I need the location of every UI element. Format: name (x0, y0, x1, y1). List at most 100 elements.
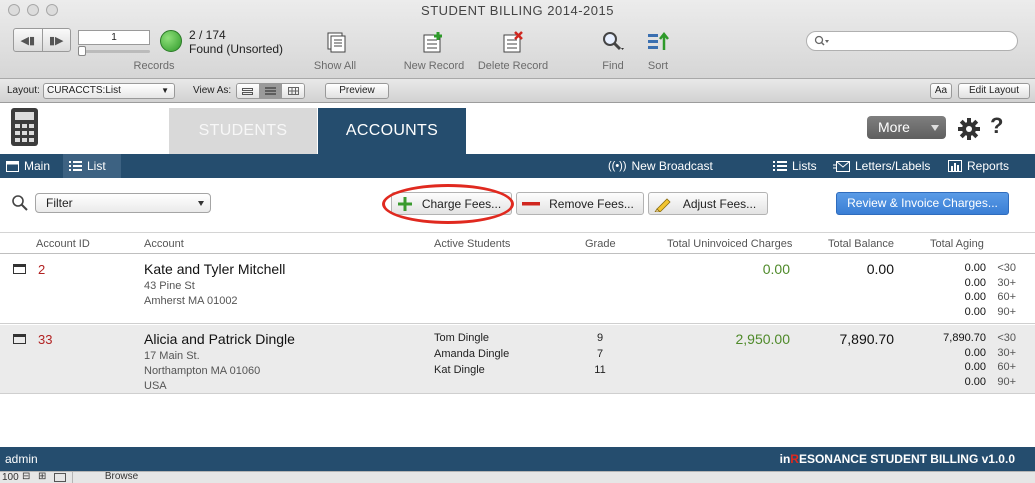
help-button[interactable]: ? (990, 113, 1003, 139)
found-status: Found (Unsorted) (189, 42, 284, 56)
delete-record-icon[interactable] (500, 30, 526, 54)
gear-icon[interactable] (958, 118, 980, 140)
zoom-out-icon[interactable]: ⊟ (22, 472, 30, 482)
student-name[interactable]: Kat Dingle (434, 362, 509, 378)
layout-bar: Layout: CURACCTS:List ▼ View As: Preview… (0, 79, 1035, 103)
address-line: Northampton MA 01060 (144, 365, 261, 377)
aging-value: 0.00 (964, 291, 986, 303)
nav-list[interactable]: List (63, 154, 121, 178)
aging-value: 0.00 (964, 375, 986, 388)
nav-main[interactable]: Main (6, 154, 50, 178)
nav-lists[interactable]: Lists (773, 154, 817, 178)
nav-main-label: Main (24, 159, 51, 173)
preview-button[interactable]: Preview (325, 83, 389, 99)
record-number-input[interactable]: 1 (78, 30, 150, 45)
account-id[interactable]: 33 (38, 332, 52, 347)
address-line: Amherst MA 01002 (144, 295, 238, 307)
form-view-icon[interactable] (237, 84, 259, 98)
show-all-icon[interactable] (323, 30, 349, 54)
aging-bucket: 60+ (997, 291, 1016, 303)
col-account[interactable]: Account (144, 238, 184, 250)
grade-value: 9 (596, 332, 604, 344)
remove-fees-button[interactable]: Remove Fees... (516, 192, 644, 215)
list-icon (69, 161, 82, 171)
current-user: admin (5, 452, 38, 466)
address-line: 43 Pine St (144, 280, 195, 292)
active-students: Tom Dingle Amanda Dingle Kat Dingle (434, 330, 509, 378)
delete-record-button[interactable]: Delete Record (472, 60, 554, 72)
toggle-status-icon[interactable] (54, 473, 66, 482)
record-slider[interactable] (78, 46, 150, 56)
status-bar: 100 ⊟ ⊞ Browse (0, 471, 1035, 483)
zoom-in-icon[interactable]: ⊞ (38, 472, 46, 482)
edit-layout-button[interactable]: Edit Layout (958, 83, 1030, 99)
nav-letters-labels[interactable]: Letters/Labels (833, 154, 930, 178)
account-address: 17 Main St. Northampton MA 01060 USA (144, 349, 260, 394)
col-uninvoiced[interactable]: Total Uninvoiced Charges (667, 238, 792, 250)
nav-reports[interactable]: Reports (948, 154, 1009, 178)
brand-prefix: in (779, 452, 791, 466)
account-name[interactable]: Kate and Tyler Mitchell (144, 261, 285, 277)
account-id[interactable]: 2 (38, 262, 45, 277)
more-button[interactable]: More (867, 116, 946, 139)
find-button[interactable]: Find (596, 60, 630, 72)
zoom-level[interactable]: 100 (2, 472, 19, 483)
record-navigator[interactable]: ◀▮ ▮▶ (13, 28, 71, 52)
account-address: 43 Pine St Amherst MA 01002 (144, 279, 238, 309)
nav-reports-label: Reports (967, 159, 1010, 173)
aging-bucket: 30+ (997, 276, 1016, 289)
col-aging[interactable]: Total Aging (930, 238, 984, 250)
aging-value: 0.00 (964, 262, 986, 274)
list-view-icon[interactable] (258, 84, 282, 98)
view-as-label: View As: (193, 85, 232, 96)
quick-find-input[interactable] (806, 31, 1018, 51)
new-record-button[interactable]: New Record (399, 60, 469, 72)
tab-students[interactable]: STUDENTS (169, 108, 317, 154)
col-account-id[interactable]: Account ID (36, 238, 90, 250)
student-name[interactable]: Amanda Dingle (434, 346, 509, 362)
nav-bar: Main List ((•)) New Broadcast Lists Lett… (0, 154, 1035, 178)
previous-record-icon[interactable]: ◀▮ (14, 29, 42, 51)
search-icon (814, 35, 829, 46)
text-format-button[interactable]: Aa (930, 83, 952, 99)
find-icon[interactable] (600, 30, 626, 54)
layout-select[interactable]: CURACCTS:List ▼ (43, 83, 175, 99)
tab-accounts[interactable]: ACCOUNTS (318, 108, 466, 154)
col-grade[interactable]: Grade (585, 238, 616, 250)
next-record-icon[interactable]: ▮▶ (41, 29, 71, 51)
adjust-fees-button[interactable]: Adjust Fees... (648, 192, 768, 215)
found-count: 2 / 174 (189, 28, 226, 42)
aging-bucket: 60+ (997, 361, 1016, 373)
bar-chart-icon (948, 160, 962, 172)
table-row[interactable]: 2 Kate and Tyler Mitchell 43 Pine St Amh… (0, 255, 1035, 324)
record-icon[interactable] (13, 264, 26, 274)
uninvoiced-charges: 2,950.00 (735, 331, 791, 347)
filter-select[interactable]: Filter (35, 193, 211, 213)
review-invoice-button[interactable]: Review & Invoice Charges... (836, 192, 1009, 215)
slider-thumb[interactable] (78, 46, 86, 56)
sort-button[interactable]: Sort (640, 60, 676, 72)
total-balance: 7,890.70 (839, 331, 895, 347)
layout-label: Layout: (7, 85, 40, 96)
aging-bucket: 90+ (997, 375, 1016, 388)
aging-value: 0.00 (964, 305, 986, 318)
calculator-icon (11, 108, 38, 146)
student-name[interactable]: Tom Dingle (434, 330, 509, 346)
aging-bucket: 30+ (997, 346, 1016, 359)
show-all-button[interactable]: Show All (306, 60, 364, 72)
nav-list-label: List (87, 159, 106, 173)
aging-value: 0.00 (964, 361, 986, 373)
table-view-icon[interactable] (281, 84, 304, 98)
table-row[interactable]: 33 Alicia and Patrick Dingle 17 Main St.… (0, 325, 1035, 394)
nav-new-broadcast[interactable]: ((•)) New Broadcast (608, 154, 713, 178)
view-as-toggle[interactable] (236, 83, 305, 99)
account-name[interactable]: Alicia and Patrick Dingle (144, 331, 295, 347)
sort-icon[interactable] (646, 30, 672, 54)
col-balance[interactable]: Total Balance (828, 238, 894, 250)
new-record-icon[interactable] (420, 30, 446, 54)
remove-fees-label: Remove Fees... (549, 196, 634, 211)
col-active-students[interactable]: Active Students (434, 238, 510, 250)
grade-value: 7 (596, 348, 604, 360)
record-icon[interactable] (13, 334, 26, 344)
aging-value: 0.00 (964, 346, 986, 359)
